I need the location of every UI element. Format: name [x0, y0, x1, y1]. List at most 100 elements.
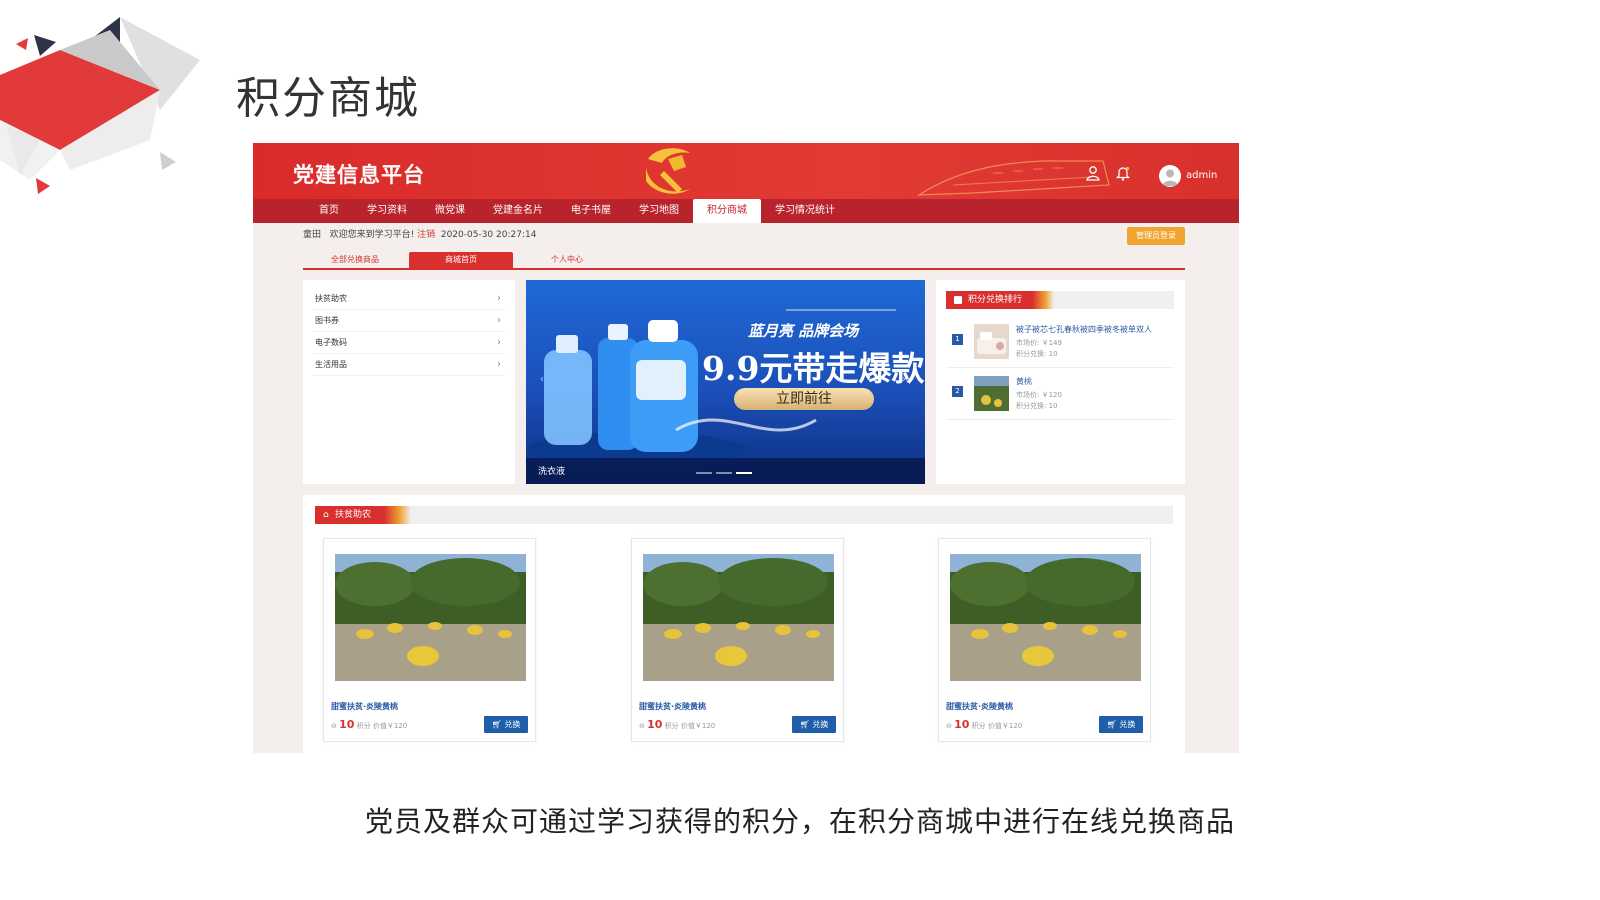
- product-meta: ⊖ 10 积分 价值￥120: [946, 718, 1022, 731]
- category-label: 图书券: [315, 316, 339, 325]
- banner-dot[interactable]: [716, 472, 732, 474]
- nav-study-map[interactable]: 学习地图: [625, 199, 693, 223]
- banner-dot[interactable]: [736, 472, 752, 474]
- category-label: 扶贫助农: [315, 294, 347, 303]
- nav-home[interactable]: 首页: [305, 199, 353, 223]
- app-header: 党建信息平台 admin: [253, 143, 1239, 199]
- product-section: ⌂ 扶贫助农 甜蜜扶贫·炎陵黄桃 ⊖ 10 积分 价值￥120 🛒︎ 兑换 甜蜜…: [303, 495, 1185, 753]
- banner-caption: 洗衣液: [538, 467, 566, 477]
- ranking-header: 积分兑换排行: [946, 291, 1174, 309]
- user-icon[interactable]: [1085, 165, 1101, 181]
- mall-subtabs: 全部兑换商品 商城首页 个人中心: [303, 252, 1185, 270]
- chevron-right-icon: ›: [497, 293, 501, 304]
- current-datetime: 2020-05-30 20:27:14: [440, 230, 537, 240]
- bell-icon[interactable]: [1115, 165, 1131, 181]
- category-panel: 扶贫助农 › 图书券 › 电子数码 › 生活用品 ›: [303, 280, 515, 484]
- quilt-thumbnail: [974, 324, 1009, 359]
- ranking-item-market-price: 市场价: ￥120: [1016, 391, 1062, 399]
- redeem-button[interactable]: 🛒︎ 兑换: [484, 716, 528, 733]
- redeem-button[interactable]: 🛒︎ 兑换: [1099, 716, 1143, 733]
- product-card[interactable]: 甜蜜扶贫·炎陵黄桃 ⊖ 10 积分 价值￥120 🛒︎ 兑换: [938, 538, 1151, 742]
- peach-orchard-image: [950, 554, 1141, 681]
- ranking-item-name[interactable]: 黄桃: [1016, 376, 1174, 387]
- cart-icon: 🛒︎: [491, 720, 502, 729]
- product-card[interactable]: 甜蜜扶贫·炎陵黄桃 ⊖ 10 积分 价值￥120 🛒︎ 兑换: [323, 538, 536, 742]
- product-value: 价值￥120: [680, 722, 716, 730]
- nav-points-mall[interactable]: 积分商城: [693, 199, 761, 223]
- product-points-unit: 积分: [664, 722, 679, 730]
- coin-icon: ⊖: [331, 722, 337, 730]
- banner-cta-button[interactable]: 立即前往: [734, 388, 874, 410]
- home-icon: ⌂: [323, 510, 329, 520]
- category-item[interactable]: 电子数码 ›: [303, 332, 515, 354]
- cart-icon: 🛒︎: [799, 720, 810, 729]
- nav-study-materials[interactable]: 学习资料: [353, 199, 421, 223]
- ranking-title-text: 积分兑换排行: [968, 295, 1023, 305]
- cart-icon: 🛒︎: [1106, 720, 1117, 729]
- banner-brand: 蓝月亮 品牌会场: [748, 322, 859, 340]
- banner-next-icon[interactable]: ›: [902, 374, 906, 385]
- corner-decoration: [0, 17, 200, 194]
- nav-ebooks[interactable]: 电子书屋: [557, 199, 625, 223]
- ranking-item[interactable]: 1 被子被芯七孔春秋被四季被冬被单双人 市场价: ￥149 积分兑换: 10: [946, 318, 1174, 368]
- category-item[interactable]: 扶贫助农 ›: [303, 288, 515, 310]
- category-item[interactable]: 图书券 ›: [303, 310, 515, 332]
- product-value: 价值￥120: [372, 722, 408, 730]
- product-points-unit: 积分: [356, 722, 371, 730]
- nav-micro-lessons[interactable]: 微党课: [421, 199, 479, 223]
- ranking-item-points: 积分兑换: 10: [1016, 350, 1058, 358]
- admin-login-button[interactable]: 管理员登录: [1127, 227, 1185, 245]
- redeem-button-label: 兑换: [812, 720, 829, 729]
- product-name[interactable]: 甜蜜扶贫·炎陵黄桃: [639, 701, 706, 712]
- product-section-title: ⌂ 扶贫助农: [315, 506, 411, 524]
- logout-link[interactable]: 注销: [417, 230, 435, 240]
- promo-banner[interactable]: 蓝月亮 品牌会场 9.9元带走爆款 立即前往 ‹ › 洗衣液: [526, 280, 925, 484]
- rank-number: 1: [952, 334, 963, 345]
- user-name[interactable]: admin: [1186, 170, 1217, 181]
- nav-gold-cards[interactable]: 党建金名片: [479, 199, 557, 223]
- peach-orchard-thumbnail: [974, 376, 1009, 411]
- avatar-icon[interactable]: [1159, 165, 1181, 187]
- chevron-right-icon: ›: [497, 359, 501, 370]
- slide-title: 积分商城: [236, 73, 420, 124]
- welcome-bar: 童田 欢迎您来到学习平台! 注销 2020-05-30 20:27:14 管理员…: [253, 223, 1239, 247]
- ranking-item-market-price: 市场价: ￥149: [1016, 339, 1062, 347]
- product-section-title-text: 扶贫助农: [335, 510, 372, 520]
- chevron-right-icon: ›: [497, 337, 501, 348]
- banner-dot[interactable]: [696, 472, 712, 474]
- train-decoration: [916, 160, 1110, 196]
- ranking-title: 积分兑换排行: [946, 291, 1054, 309]
- product-section-header: ⌂ 扶贫助农: [315, 506, 1173, 524]
- tab-mall-home[interactable]: 商城首页: [409, 252, 513, 268]
- product-name[interactable]: 甜蜜扶贫·炎陵黄桃: [331, 701, 398, 712]
- product-name[interactable]: 甜蜜扶贫·炎陵黄桃: [946, 701, 1013, 712]
- slide: 积分商城 党建信息平台 admin 首页 学习资料 微党课 党建金名片 电子书屋…: [0, 0, 1600, 900]
- product-meta: ⊖ 10 积分 价值￥120: [639, 718, 715, 731]
- banner-prev-icon[interactable]: ‹: [540, 374, 544, 385]
- tab-all-products[interactable]: 全部兑换商品: [303, 252, 407, 268]
- nav-study-stats[interactable]: 学习情况统计: [761, 199, 849, 223]
- tab-personal-center[interactable]: 个人中心: [515, 252, 619, 268]
- category-label: 生活用品: [315, 360, 347, 369]
- ranking-item-name[interactable]: 被子被芯七孔春秋被四季被冬被单双人: [1016, 324, 1174, 335]
- redeem-button[interactable]: 🛒︎ 兑换: [792, 716, 836, 733]
- category-item[interactable]: 生活用品 ›: [303, 354, 515, 376]
- product-points: 10: [339, 718, 355, 731]
- location-label: 童田: [303, 230, 322, 240]
- product-meta: ⊖ 10 积分 价值￥120: [331, 718, 407, 731]
- coin-icon: ⊖: [946, 722, 952, 730]
- trophy-icon: [954, 296, 962, 304]
- slide-caption: 党员及群众可通过学习获得的积分，在积分商城中进行在线兑换商品: [364, 805, 1235, 838]
- party-emblem-icon: [646, 148, 690, 194]
- banner-caption-bar: 洗衣液: [526, 458, 925, 484]
- ranking-item-points: 积分兑换: 10: [1016, 402, 1058, 410]
- app-window: 党建信息平台 admin 首页 学习资料 微党课 党建金名片 电子书屋 学习地图…: [253, 143, 1239, 753]
- ranking-item[interactable]: 2 黄桃 市场价: ￥120 积分兑换: 10: [946, 370, 1174, 420]
- product-card[interactable]: 甜蜜扶贫·炎陵黄桃 ⊖ 10 积分 价值￥120 🛒︎ 兑换: [631, 538, 844, 742]
- chevron-right-icon: ›: [497, 315, 501, 326]
- category-label: 电子数码: [315, 338, 347, 347]
- banner-headline: 9.9元带走爆款: [702, 349, 925, 388]
- main-nav: 首页 学习资料 微党课 党建金名片 电子书屋 学习地图 积分商城 学习情况统计: [253, 199, 1239, 223]
- banner-pagination: [696, 472, 752, 474]
- welcome-message: 欢迎您来到学习平台!: [329, 230, 415, 240]
